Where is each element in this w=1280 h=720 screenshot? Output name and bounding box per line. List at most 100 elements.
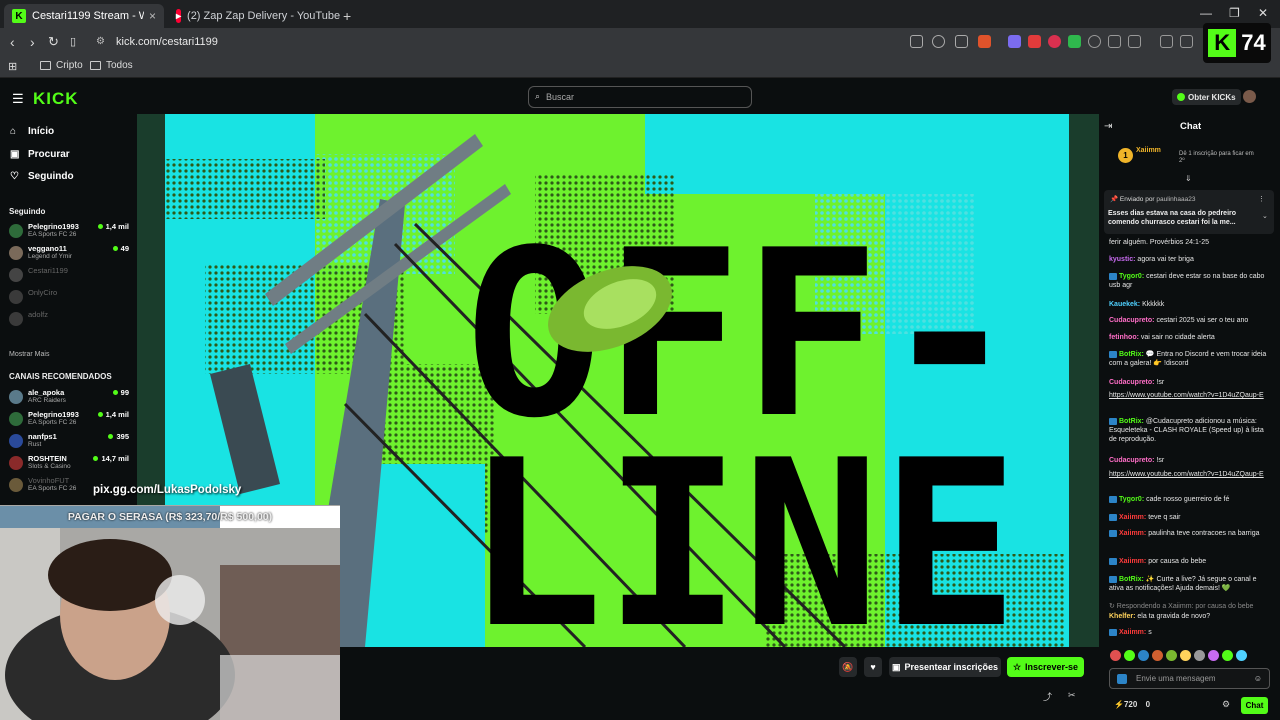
user-avatar[interactable]: [1243, 90, 1256, 103]
chat-username[interactable]: BotRix:: [1119, 418, 1144, 425]
chat-username[interactable]: Cudacupreto:: [1109, 457, 1155, 464]
extension-icon[interactable]: [1028, 35, 1041, 48]
more-options-icon[interactable]: ⋮: [1258, 195, 1265, 203]
sidebar-channel[interactable]: Pelegrino1993 EA Sports FC 26 1,4 mil: [9, 409, 129, 429]
reload-icon[interactable]: ↻: [48, 34, 59, 50]
emote-icon[interactable]: [1236, 650, 1247, 661]
follow-heart-icon[interactable]: ♥: [864, 657, 882, 677]
clip-icon[interactable]: ✂: [1068, 690, 1076, 701]
chat-settings-icon[interactable]: ⚙: [1222, 699, 1230, 710]
tab-youtube[interactable]: ▸ (2) Zap Zap Delivery - YouTube: [168, 4, 340, 28]
emote-icon[interactable]: [1138, 650, 1149, 661]
chat-username[interactable]: BotRix:: [1119, 351, 1144, 358]
sidebar-item-seguindo[interactable]: ♡ Seguindo: [10, 171, 74, 182]
zoom-icon[interactable]: [932, 35, 945, 48]
extension-icon[interactable]: [1088, 35, 1101, 48]
share-icon[interactable]: ⤴: [1043, 690, 1052, 703]
close-window-icon[interactable]: ✕: [1258, 6, 1268, 20]
chat-username[interactable]: Khelfer:: [1109, 613, 1135, 620]
emote-icon[interactable]: [1166, 650, 1177, 661]
chat-username[interactable]: Cudacupreto:: [1109, 317, 1155, 324]
tab-kick[interactable]: K Cestari1199 Stream - Watch Live ×: [4, 4, 164, 28]
sidebar-channel[interactable]: adolfz: [9, 309, 129, 329]
sidebar-item-inicio[interactable]: ⌂ Início: [10, 126, 54, 137]
share-icon[interactable]: [955, 35, 968, 48]
sidebar-channel[interactable]: OnlyCiro: [9, 287, 129, 307]
channel-name: ROSHTEIN: [28, 454, 67, 463]
channel-category: Legend of Ymir: [28, 253, 72, 260]
extension-icon[interactable]: [1048, 35, 1061, 48]
sidebar-icon[interactable]: [1180, 35, 1193, 48]
chat-username[interactable]: Xaiimm:: [1119, 530, 1146, 537]
screenshot-icon[interactable]: [1128, 35, 1141, 48]
chat-username[interactable]: BotRix:: [1119, 576, 1144, 583]
forward-icon[interactable]: ›: [30, 34, 35, 50]
chat-username[interactable]: Xaiimm:: [1119, 558, 1146, 565]
chat-username[interactable]: Kauekek:: [1109, 301, 1140, 308]
gift-subs-button[interactable]: ▣ Presentear inscrições: [889, 657, 1001, 677]
emote-icon[interactable]: [1124, 650, 1135, 661]
emote-icon[interactable]: [1194, 650, 1205, 661]
bookmark-icon[interactable]: ▯: [70, 35, 76, 48]
chat-send-button[interactable]: Chat: [1241, 697, 1268, 714]
sidebar-item-procurar[interactable]: ▣ Procurar: [10, 149, 70, 160]
emote-icon[interactable]: [1222, 650, 1233, 661]
notifications-off-icon[interactable]: 🔕: [839, 657, 857, 677]
chat-username[interactable]: Tygor0:: [1119, 496, 1144, 503]
close-tab-icon[interactable]: ×: [149, 9, 156, 23]
goal-label: PAGAR O SERASA (R$ 323,70/R$ 500,00): [67, 511, 273, 523]
emote-icon[interactable]: [1180, 650, 1191, 661]
bookmark-folder-cripto[interactable]: Cripto: [40, 60, 83, 71]
get-kicks-button[interactable]: Obter KICKs: [1172, 89, 1241, 105]
sidebar-channel[interactable]: ROSHTEIN Slots & Casino 14,7 mil: [9, 453, 129, 473]
brave-shield-icon[interactable]: [978, 35, 991, 48]
show-more-link[interactable]: Mostrar Mais: [9, 351, 49, 358]
new-tab-button[interactable]: +: [335, 4, 355, 28]
collapse-chat-icon[interactable]: ⇥: [1104, 121, 1112, 132]
sidebar-channel[interactable]: nanfps1 Rust 395: [9, 431, 129, 451]
chevron-down-icon[interactable]: ⌄: [1262, 212, 1268, 220]
chat-username[interactable]: Xaiimm:: [1119, 514, 1146, 521]
chat-username[interactable]: Xaiimm:: [1119, 629, 1146, 636]
following-section-title: Seguindo: [9, 207, 46, 216]
sidebar-channel[interactable]: Pelegrino1993 EA Sports FC 26 1,4 mil: [9, 221, 129, 241]
url-field[interactable]: kick.com/cestari1199: [116, 36, 218, 48]
emote-icon[interactable]: [1110, 650, 1121, 661]
apps-grid-icon[interactable]: ⊞: [8, 60, 17, 73]
chat-username[interactable]: fetinhoo:: [1109, 334, 1139, 341]
sidebar-channel[interactable]: Cestari1199: [9, 265, 129, 285]
minimize-icon[interactable]: —: [1200, 6, 1212, 20]
folder-icon: [90, 61, 101, 70]
emote-icon[interactable]: [1208, 650, 1219, 661]
chat-username[interactable]: Cudacupreto:: [1109, 379, 1155, 386]
back-icon[interactable]: ‹: [10, 34, 15, 50]
hamburger-menu-icon[interactable]: ☰: [12, 91, 24, 107]
media-icon[interactable]: [1160, 35, 1173, 48]
mute-icon[interactable]: [910, 35, 923, 48]
subscribe-button[interactable]: ☆ Inscrever-se: [1007, 657, 1084, 677]
channel-points[interactable]: ⚡720 0: [1114, 700, 1150, 709]
emoji-icon[interactable]: ☺: [1254, 674, 1262, 683]
heart-icon: ♡: [10, 171, 19, 182]
site-settings-icon[interactable]: ⚙: [96, 36, 105, 47]
sidebar-channel[interactable]: veggano11 Legend of Ymir 49: [9, 243, 129, 263]
chat-link[interactable]: https://www.youtube.com/watch?v=1D4uZQau…: [1109, 471, 1264, 478]
emote-icon[interactable]: [1152, 650, 1163, 661]
top-gifter-name[interactable]: Xaiimm: [1136, 147, 1161, 154]
chat-text: Kkkkkk: [1142, 301, 1165, 308]
chat-link[interactable]: https://www.youtube.com/watch?v=1D4uZQau…: [1109, 392, 1264, 399]
points-icon: ⚡: [1114, 700, 1124, 709]
chat-username[interactable]: kyustic:: [1109, 256, 1135, 263]
chat-username[interactable]: Tygor0:: [1119, 273, 1144, 280]
kick-logo[interactable]: KICK: [33, 89, 79, 109]
chat-badge-icon: [1109, 513, 1117, 521]
maximize-icon[interactable]: ❐: [1229, 6, 1240, 20]
extensions-puzzle-icon[interactable]: [1108, 35, 1121, 48]
search-input[interactable]: ⌕ Buscar: [528, 86, 752, 108]
sidebar-channel[interactable]: ale_apoka ARC Raiders 99: [9, 387, 129, 407]
bookmark-folder-todos[interactable]: Todos: [90, 60, 133, 71]
extension-icon[interactable]: [1008, 35, 1021, 48]
chat-input[interactable]: Envie uma mensagem ☺: [1109, 668, 1270, 689]
expand-chevron-icon[interactable]: ⇓: [1185, 174, 1192, 183]
extension-icon[interactable]: [1068, 35, 1081, 48]
